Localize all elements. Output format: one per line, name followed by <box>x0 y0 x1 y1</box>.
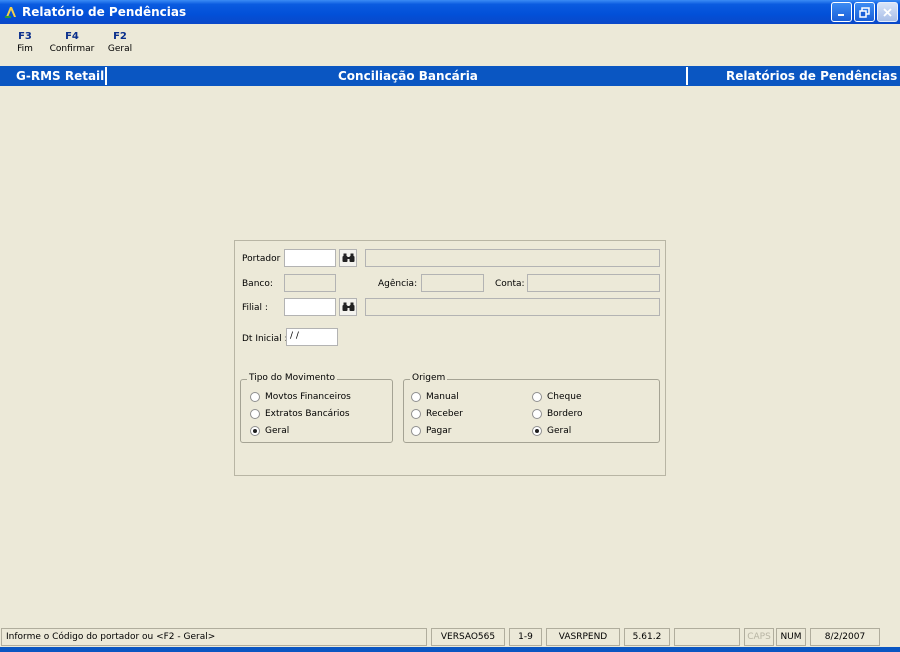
toolbar-label: Fim <box>17 44 33 54</box>
toolbar-geral-button[interactable]: F2 Geral <box>106 31 134 54</box>
radio-tipo-geral[interactable]: Geral <box>250 426 289 436</box>
radio-label: Extratos Bancários <box>265 409 350 419</box>
filial-search-button[interactable] <box>339 298 357 316</box>
toolbar-label: Confirmar <box>49 44 95 54</box>
toolbar-label: Geral <box>107 44 133 54</box>
origem-legend: Origem <box>410 373 448 383</box>
portador-search-button[interactable] <box>339 249 357 267</box>
radio-receber[interactable]: Receber <box>411 409 463 419</box>
radio-label: Movtos Financeiros <box>265 392 351 402</box>
toolbar-confirmar-button[interactable]: F4 Confirmar <box>48 31 96 54</box>
window-bottom-edge <box>0 647 900 652</box>
status-build: 5.61.2 <box>624 628 670 646</box>
radio-extratos-bancarios[interactable]: Extratos Bancários <box>250 409 350 419</box>
binoculars-icon <box>342 253 354 262</box>
radio-circle <box>250 409 260 419</box>
radio-bordero[interactable]: Bordero <box>532 409 582 419</box>
origem-group: Origem Manual Cheque Receber Bordero Pag… <box>403 373 660 443</box>
radio-movtos-financeiros[interactable]: Movtos Financeiros <box>250 392 351 402</box>
radio-circle <box>411 392 421 402</box>
status-program: VASRPEND <box>546 628 620 646</box>
status-empty-panel <box>674 628 740 646</box>
restore-icon <box>859 6 870 18</box>
filial-description-field <box>365 298 660 316</box>
radio-label: Cheque <box>547 392 582 402</box>
radio-circle-selected <box>532 426 542 436</box>
tipo-movimento-group: Tipo do Movimento Movtos Financeiros Ext… <box>240 373 393 443</box>
minimize-icon <box>838 13 844 16</box>
conta-field <box>527 274 660 292</box>
close-icon <box>883 7 892 17</box>
radio-label: Bordero <box>547 409 583 419</box>
radio-origem-geral[interactable]: Geral <box>532 426 571 436</box>
status-bar: Informe o Código do portador ou <F2 - Ge… <box>0 627 900 647</box>
radio-label: Geral <box>265 426 290 436</box>
portador-description-field <box>365 249 660 267</box>
status-date: 8/2/2007 <box>810 628 880 646</box>
conta-label: Conta: <box>495 279 525 289</box>
portador-label: Portador : <box>242 254 287 264</box>
filter-panel: Portador : Banco: Agência: Conta: Filial… <box>234 240 666 476</box>
restore-button[interactable] <box>854 2 875 22</box>
minimize-button[interactable] <box>831 2 852 22</box>
toolbar-key: F4 <box>65 31 79 42</box>
filial-input[interactable] <box>284 298 336 316</box>
status-caps: CAPS <box>744 628 774 646</box>
radio-label: Pagar <box>426 426 452 436</box>
toolbar-key: F3 <box>18 31 32 42</box>
dt-inicial-label: Dt Inicial : <box>242 334 288 344</box>
window-title: Relatório de Pendências <box>22 5 187 19</box>
agencia-label: Agência: <box>378 279 418 289</box>
radio-pagar[interactable]: Pagar <box>411 426 451 436</box>
radio-circle <box>250 392 260 402</box>
status-page: 1-9 <box>509 628 542 646</box>
function-key-toolbar: F3 Fim F4 Confirmar F2 Geral <box>0 24 900 64</box>
radio-circle <box>411 409 421 419</box>
portador-input[interactable] <box>284 249 336 267</box>
header-module-name: Conciliação Bancária <box>338 69 478 83</box>
radio-circle <box>532 409 542 419</box>
binoculars-icon <box>342 302 354 311</box>
header-divider <box>686 67 688 85</box>
status-version: VERSAO565 <box>431 628 505 646</box>
agencia-field <box>421 274 484 292</box>
dt-inicial-input[interactable]: / / <box>286 328 338 346</box>
radio-circle <box>532 392 542 402</box>
header-report-name: Relatórios de Pendências <box>726 69 898 83</box>
close-button[interactable] <box>877 2 898 22</box>
banco-field <box>284 274 336 292</box>
toolbar-key: F2 <box>113 31 127 42</box>
status-num: NUM <box>776 628 806 646</box>
radio-circle <box>411 426 421 436</box>
app-icon <box>5 7 16 18</box>
radio-label: Geral <box>547 426 572 436</box>
header-system-name: G-RMS Retail <box>16 69 105 83</box>
header-divider <box>105 67 107 85</box>
status-message: Informe o Código do portador ou <F2 - Ge… <box>1 628 427 646</box>
radio-cheque[interactable]: Cheque <box>532 392 581 402</box>
radio-label: Receber <box>426 409 463 419</box>
module-header: G-RMS Retail Conciliação Bancária Relató… <box>0 66 900 86</box>
banco-label: Banco: <box>242 279 273 289</box>
tipo-movimento-legend: Tipo do Movimento <box>247 373 338 383</box>
radio-label: Manual <box>426 392 459 402</box>
radio-circle-selected <box>250 426 260 436</box>
radio-manual[interactable]: Manual <box>411 392 459 402</box>
title-bar: Relatório de Pendências <box>0 0 900 24</box>
filial-label: Filial : <box>242 303 268 313</box>
toolbar-fim-button[interactable]: F3 Fim <box>14 31 36 54</box>
